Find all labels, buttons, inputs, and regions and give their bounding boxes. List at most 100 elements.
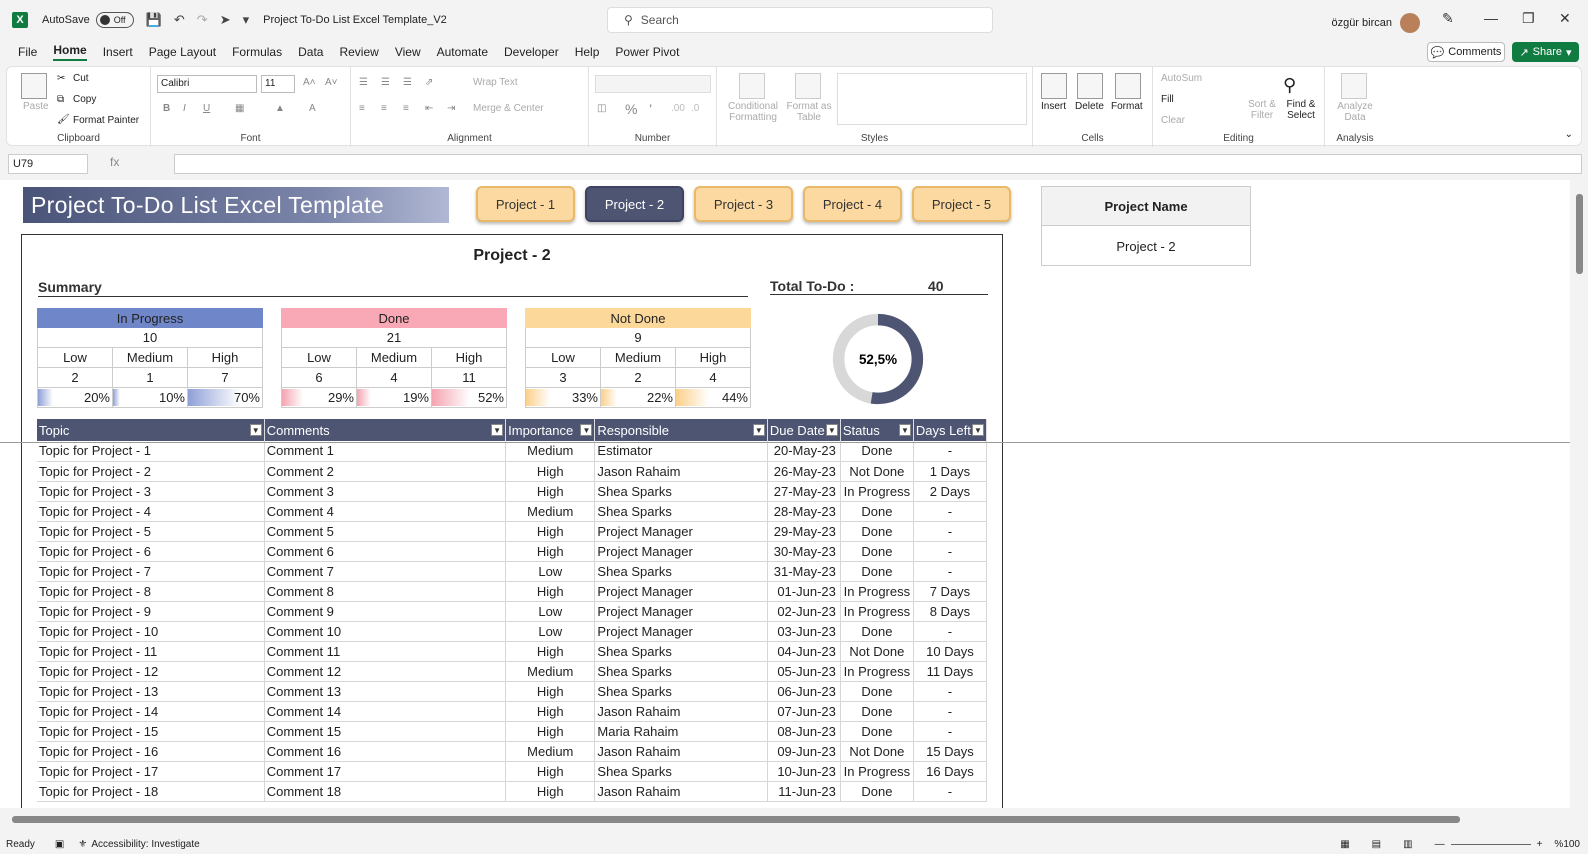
delete-button[interactable]: Delete bbox=[1075, 101, 1104, 112]
tab-review[interactable]: Review bbox=[339, 45, 378, 59]
collapse-ribbon-icon[interactable]: ⌄ bbox=[1565, 129, 1573, 140]
user-account[interactable]: özgür bircan bbox=[1331, 13, 1420, 33]
comma-icon[interactable]: ’ bbox=[649, 101, 652, 117]
table-cell[interactable]: Comment 18 bbox=[264, 781, 507, 802]
tab-view[interactable]: View bbox=[395, 45, 421, 59]
table-cell[interactable]: Not Done bbox=[840, 641, 914, 662]
table-cell[interactable]: - bbox=[913, 721, 988, 742]
indent-increase-icon[interactable]: ⇥ bbox=[447, 103, 455, 114]
orientation-icon[interactable]: ⇗ bbox=[425, 77, 433, 88]
tab-data[interactable]: Data bbox=[298, 45, 323, 59]
table-cell[interactable]: 10-Jun-23 bbox=[767, 761, 841, 782]
table-cell[interactable]: Comment 15 bbox=[264, 721, 507, 742]
copy-button[interactable]: Copy bbox=[73, 94, 96, 105]
table-cell[interactable]: High bbox=[505, 641, 596, 662]
table-cell[interactable]: Project Manager bbox=[594, 621, 768, 642]
table-cell[interactable]: Low bbox=[505, 561, 596, 582]
table-cell[interactable]: 15 Days bbox=[913, 741, 988, 762]
insert-button[interactable]: Insert bbox=[1041, 101, 1066, 112]
table-cell[interactable]: Jason Rahaim bbox=[594, 701, 768, 722]
formula-input[interactable] bbox=[174, 154, 1582, 174]
accessibility-status[interactable]: Accessibility: Investigate bbox=[91, 839, 199, 850]
zoom-out-icon[interactable]: — bbox=[1435, 839, 1445, 850]
table-cell[interactable]: 27-May-23 bbox=[767, 481, 841, 502]
table-cell[interactable]: Comment 4 bbox=[264, 501, 507, 522]
table-cell[interactable]: 02-Jun-23 bbox=[767, 601, 841, 622]
autosave-toggle[interactable]: Off bbox=[95, 12, 134, 28]
table-cell[interactable]: Comment 9 bbox=[264, 601, 507, 622]
worksheet[interactable]: Project To-Do List Excel Template Projec… bbox=[0, 180, 1570, 808]
table-cell[interactable]: 30-May-23 bbox=[767, 541, 841, 562]
undo-icon[interactable]: ↶ bbox=[174, 12, 185, 28]
table-cell[interactable]: In Progress bbox=[840, 761, 914, 782]
table-cell[interactable]: Jason Rahaim bbox=[594, 461, 768, 482]
table-cell[interactable]: Topic for Project - 4 bbox=[37, 501, 265, 522]
table-cell[interactable]: In Progress bbox=[840, 581, 914, 602]
paste-icon[interactable] bbox=[21, 73, 47, 99]
tab-home[interactable]: Home bbox=[53, 43, 87, 61]
table-cell[interactable]: 7 Days bbox=[913, 581, 988, 602]
table-cell[interactable]: Medium bbox=[505, 741, 596, 762]
table-cell[interactable]: High bbox=[505, 701, 596, 722]
table-cell[interactable]: 04-Jun-23 bbox=[767, 641, 841, 662]
table-cell[interactable]: Comment 16 bbox=[264, 741, 507, 762]
table-cell[interactable]: High bbox=[505, 461, 596, 482]
filter-dropdown-icon[interactable]: ▼ bbox=[580, 424, 593, 436]
table-cell[interactable]: In Progress bbox=[840, 661, 914, 682]
table-cell[interactable]: Topic for Project - 16 bbox=[37, 741, 265, 762]
table-cell[interactable]: Comment 8 bbox=[264, 581, 507, 602]
table-cell[interactable]: - bbox=[913, 561, 988, 582]
table-cell[interactable]: 1 Days bbox=[913, 461, 988, 482]
table-cell[interactable]: Comment 5 bbox=[264, 521, 507, 542]
table-cell[interactable]: Project Manager bbox=[594, 581, 768, 602]
table-cell[interactable]: Topic for Project - 13 bbox=[37, 681, 265, 702]
paste-button[interactable]: Paste bbox=[23, 101, 49, 112]
table-cell[interactable]: 08-Jun-23 bbox=[767, 721, 841, 742]
cut-button[interactable]: Cut bbox=[73, 73, 89, 84]
table-cell[interactable]: 31-May-23 bbox=[767, 561, 841, 582]
tab-formulas[interactable]: Formulas bbox=[232, 45, 282, 59]
zoom-slider[interactable] bbox=[1450, 843, 1531, 845]
format-painter-button[interactable]: Format Painter bbox=[73, 115, 139, 126]
table-cell[interactable]: High bbox=[505, 721, 596, 742]
cell-styles-gallery[interactable] bbox=[837, 73, 1027, 125]
table-cell[interactable]: Jason Rahaim bbox=[594, 781, 768, 802]
table-cell[interactable]: Done bbox=[840, 781, 914, 802]
table-cell[interactable]: Comment 11 bbox=[264, 641, 507, 662]
macro-record-icon[interactable]: ▣ bbox=[55, 839, 64, 850]
zoom-level[interactable]: %100 bbox=[1554, 839, 1580, 850]
table-cell[interactable]: Done bbox=[840, 441, 914, 462]
bold-icon[interactable]: B bbox=[163, 103, 170, 114]
increase-font-icon[interactable]: A˄ bbox=[303, 77, 316, 88]
table-cell[interactable]: Medium bbox=[505, 661, 596, 682]
fill-color-icon[interactable]: ▲ bbox=[275, 103, 285, 114]
filter-dropdown-icon[interactable]: ▼ bbox=[825, 424, 838, 436]
percent-icon[interactable]: % bbox=[625, 101, 637, 117]
table-cell[interactable]: 20-May-23 bbox=[767, 441, 841, 462]
conditional-formatting-button[interactable]: Conditional Formatting bbox=[723, 101, 783, 123]
tab-help[interactable]: Help bbox=[575, 45, 600, 59]
customize-qat-icon[interactable]: ▾ bbox=[243, 12, 250, 28]
project-button-3[interactable]: Project - 3 bbox=[694, 186, 793, 222]
table-cell[interactable]: Shea Sparks bbox=[594, 661, 768, 682]
fill-button[interactable]: Fill bbox=[1161, 94, 1174, 105]
table-cell[interactable]: Done bbox=[840, 721, 914, 742]
table-cell[interactable]: In Progress bbox=[840, 601, 914, 622]
restore-icon[interactable]: ❐ bbox=[1522, 10, 1535, 27]
table-cell[interactable]: Done bbox=[840, 681, 914, 702]
tab-power-pivot[interactable]: Power Pivot bbox=[615, 45, 679, 59]
project-button-5[interactable]: Project - 5 bbox=[912, 186, 1011, 222]
table-cell[interactable]: High bbox=[505, 761, 596, 782]
table-cell[interactable]: 29-May-23 bbox=[767, 521, 841, 542]
table-cell[interactable]: Topic for Project - 17 bbox=[37, 761, 265, 782]
table-cell[interactable]: 05-Jun-23 bbox=[767, 661, 841, 682]
pen-icon[interactable]: ✎ bbox=[1442, 10, 1454, 27]
format-button[interactable]: Format bbox=[1111, 101, 1143, 112]
table-cell[interactable]: Maria Rahaim bbox=[594, 721, 768, 742]
font-size-select[interactable]: 11 bbox=[261, 75, 295, 93]
tab-file[interactable]: File bbox=[18, 45, 37, 59]
table-cell[interactable]: Comment 14 bbox=[264, 701, 507, 722]
table-cell[interactable]: Topic for Project - 11 bbox=[37, 641, 265, 662]
horizontal-scroll-thumb[interactable] bbox=[12, 816, 1460, 823]
table-cell[interactable]: Topic for Project - 2 bbox=[37, 461, 265, 482]
